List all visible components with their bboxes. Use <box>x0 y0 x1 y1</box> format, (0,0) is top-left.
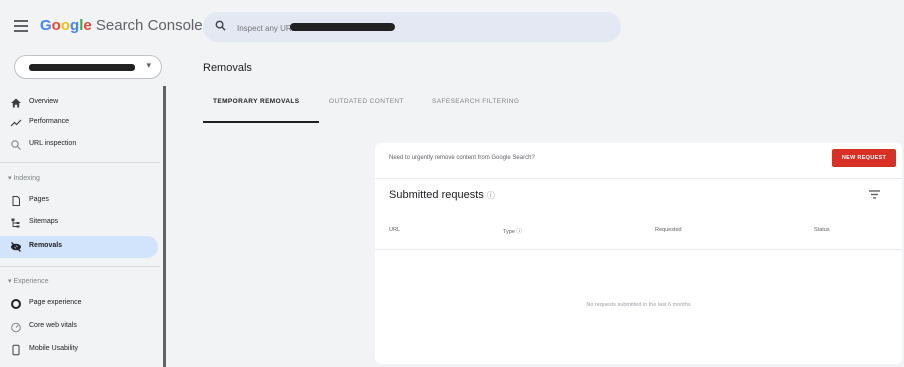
section-header-indexing[interactable]: ▾ Indexing <box>8 174 40 182</box>
sidebar-item-label: Pages <box>29 196 49 203</box>
column-header-requested[interactable]: Requested <box>655 227 682 233</box>
submitted-requests-title: Submitted requests ⓘ <box>389 189 495 201</box>
tab-outdated-content[interactable]: OUTDATED CONTENT <box>329 98 404 105</box>
search-icon <box>215 20 226 31</box>
sidebar-item-pages[interactable]: Pages <box>0 190 158 212</box>
google-logo-letter: g <box>70 17 80 34</box>
app-brand[interactable]: Google Search Console <box>40 17 203 34</box>
sidebar-item-mobile-usability[interactable]: Mobile Usability <box>0 339 158 361</box>
pages-icon <box>12 196 20 206</box>
new-request-button[interactable]: NEW REQUEST <box>832 149 896 167</box>
top-bar: Google Search Console <box>0 0 904 56</box>
sidebar-item-label: Page experience <box>29 299 82 306</box>
sidebar-item-label: Overview <box>29 98 59 105</box>
google-logo-letter: o <box>60 17 71 34</box>
sidebar-item-performance[interactable]: Performance <box>0 112 158 134</box>
column-header-status[interactable]: Status <box>814 227 830 233</box>
google-logo-letter: o <box>51 17 61 34</box>
google-logo-letter: G <box>40 17 52 34</box>
sidebar-item-removals[interactable]: Removals <box>0 236 158 258</box>
home-icon <box>11 98 21 108</box>
tab-bar: TEMPORARY REMOVALS OUTDATED CONTENT SAFE… <box>203 88 723 124</box>
sidebar-divider <box>0 162 160 163</box>
sidebar-item-label: Performance <box>29 118 70 125</box>
column-header-type[interactable]: Type ⓘ <box>503 227 522 235</box>
removals-card: Need to urgently remove content from Goo… <box>375 143 902 364</box>
mobile-icon <box>12 344 20 356</box>
sidebar-item-sitemaps[interactable]: Sitemaps <box>0 212 158 234</box>
sidebar-item-label: Removals <box>29 242 63 249</box>
tab-safesearch-filtering[interactable]: SAFESEARCH FILTERING <box>432 98 519 105</box>
redacted-property-url <box>290 23 395 31</box>
url-inspect-search[interactable] <box>203 12 621 42</box>
sidebar-item-label: Mobile Usability <box>29 345 79 352</box>
google-logo: Google <box>40 17 92 34</box>
help-icon[interactable]: ⓘ <box>487 191 495 200</box>
trending-up-icon <box>10 119 22 127</box>
sidebar-item-label: Sitemaps <box>29 218 59 225</box>
sidebar: Overview Performance URL inspection ▾ In… <box>0 86 166 367</box>
speed-icon <box>11 322 21 333</box>
page-title: Removals <box>203 62 252 74</box>
table-header-divider <box>375 249 902 250</box>
sidebar-item-label: URL inspection <box>29 140 77 147</box>
removals-eye-icon <box>11 242 21 252</box>
card-divider <box>375 178 902 179</box>
sidebar-item-url-inspection[interactable]: URL inspection <box>0 134 158 156</box>
help-icon[interactable]: ⓘ <box>516 229 522 235</box>
banner-text: Need to urgently remove content from Goo… <box>389 155 535 161</box>
brand-text: Search Console <box>95 17 203 34</box>
google-logo-letter: e <box>83 17 92 34</box>
section-header-experience[interactable]: ▾ Experience <box>8 277 49 285</box>
menu-icon[interactable] <box>14 20 28 32</box>
sidebar-scrollbar[interactable] <box>163 86 166 367</box>
sidebar-item-overview[interactable]: Overview <box>0 92 158 114</box>
chevron-down-icon: ▾ <box>146 60 151 70</box>
sidebar-item-core-web-vitals[interactable]: Core web vitals <box>0 316 158 338</box>
filter-icon[interactable] <box>869 190 880 199</box>
sidebar-divider <box>0 266 160 267</box>
tab-temporary-removals[interactable]: TEMPORARY REMOVALS <box>213 98 300 105</box>
active-tab-indicator <box>203 121 319 123</box>
property-selector[interactable]: ▾ <box>14 55 162 79</box>
redacted-property-name <box>29 64 135 71</box>
sitemap-icon <box>11 218 20 228</box>
sidebar-item-page-experience[interactable]: Page experience <box>0 293 158 315</box>
empty-state-text: No requests submitted in the last 6 mont… <box>586 302 691 308</box>
page-experience-icon <box>11 299 21 309</box>
search-icon <box>11 140 21 150</box>
sidebar-item-label: Core web vitals <box>29 322 77 329</box>
column-header-url[interactable]: URL <box>389 227 400 233</box>
